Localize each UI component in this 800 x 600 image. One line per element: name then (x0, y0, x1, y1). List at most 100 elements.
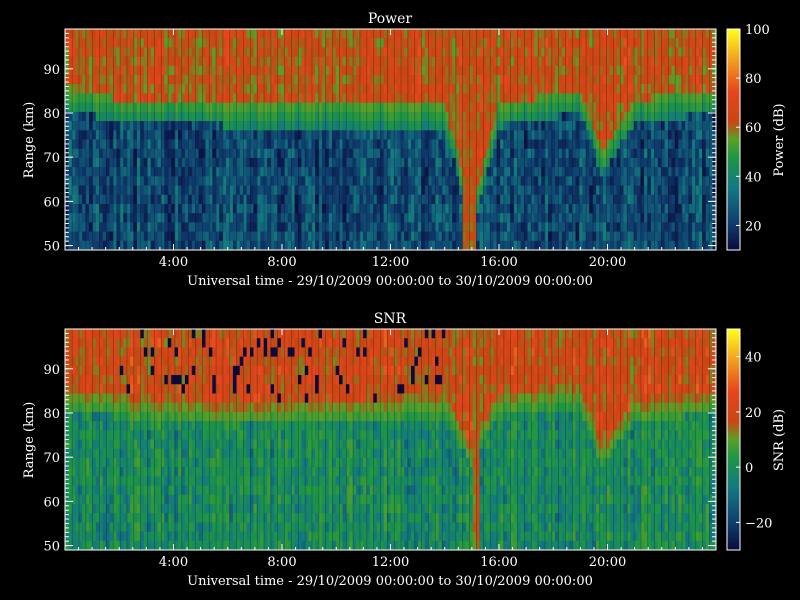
heatmap-cell (589, 121, 593, 131)
heatmap-cell (198, 176, 203, 186)
heatmap-cell (321, 84, 326, 94)
heatmap-cell (534, 111, 539, 122)
heatmap-cell (178, 157, 182, 168)
heatmap-cell (479, 47, 484, 57)
heatmap-cell (191, 203, 196, 214)
heatmap-cell (226, 176, 230, 186)
heatmap-cell (472, 157, 477, 168)
heatmap-cell (260, 231, 265, 242)
heatmap-cell (534, 93, 539, 103)
column-gap (140, 29, 141, 250)
heatmap-cell (534, 203, 539, 214)
heatmap-cell (143, 56, 148, 67)
heatmap-cell (198, 65, 203, 76)
heatmap-cell (95, 222, 100, 232)
heatmap-cell (363, 111, 367, 122)
heatmap-cell (356, 93, 360, 103)
heatmap-cell (143, 240, 148, 251)
heatmap-cell (417, 167, 422, 177)
column-gap (517, 29, 518, 250)
heatmap-cell (678, 157, 683, 168)
heatmap-cell (390, 111, 395, 122)
heatmap-cell (130, 75, 134, 85)
heatmap-cell (561, 185, 566, 196)
heatmap-cell (650, 194, 655, 205)
heatmap-cell (109, 56, 114, 67)
heatmap-cell (390, 222, 395, 232)
heatmap-cell (321, 111, 326, 122)
heatmap-cell (164, 75, 169, 85)
heatmap-cell (445, 56, 450, 67)
heatmap-cell (554, 148, 559, 159)
heatmap-cell (554, 130, 559, 140)
heatmap-cell (671, 157, 676, 168)
heatmap-cell (582, 29, 587, 39)
heatmap-cell (671, 56, 676, 67)
heatmap-cell (212, 121, 217, 131)
heatmap-cell (109, 38, 114, 48)
heatmap-cell (431, 102, 436, 113)
heatmap-cell (500, 194, 504, 205)
column-gap (510, 29, 512, 250)
heatmap-cell (315, 29, 319, 39)
heatmap-cell (294, 29, 299, 39)
heatmap-cell (602, 222, 607, 232)
heatmap-cell (191, 157, 196, 168)
heatmap-cell (376, 157, 381, 168)
heatmap-cell (397, 38, 402, 48)
heatmap-cell (321, 38, 326, 48)
heatmap-cell (397, 121, 402, 131)
column-gap (620, 29, 621, 250)
heatmap-cell (143, 222, 148, 232)
heatmap-cell (68, 65, 73, 76)
heatmap-cell (568, 148, 573, 159)
heatmap-cell (164, 240, 169, 251)
heatmap-cell (644, 29, 648, 39)
heatmap-cell (178, 213, 182, 223)
heatmap-cell (308, 222, 312, 232)
heatmap-cell (253, 176, 258, 186)
heatmap-cell (397, 194, 402, 205)
heatmap-cell (664, 121, 669, 131)
column-gap (71, 329, 73, 550)
heatmap-cell (685, 75, 689, 85)
heatmap-cell (82, 111, 86, 122)
heatmap-cell (417, 38, 422, 48)
heatmap-cell (383, 148, 388, 159)
heatmap-cell (184, 167, 189, 177)
heatmap-cell (445, 213, 450, 223)
heatmap-cell (554, 84, 559, 94)
heatmap-cell (376, 148, 381, 159)
heatmap-cell (664, 38, 669, 48)
heatmap-cell (534, 121, 539, 131)
heatmap-cell (452, 167, 456, 177)
column-gap (92, 29, 94, 250)
heatmap-cell (596, 84, 600, 94)
heatmap-cell (287, 194, 292, 205)
heatmap-cell (568, 75, 573, 85)
heatmap-cell (205, 102, 210, 113)
heatmap-cell (280, 213, 285, 223)
heatmap-cell (493, 65, 498, 76)
heatmap-cell (157, 240, 162, 251)
heatmap-cell (301, 56, 306, 67)
heatmap-cell (328, 56, 333, 67)
heatmap-cell (493, 75, 498, 85)
snr-title: SNR (374, 311, 407, 327)
heatmap-cell (260, 148, 265, 159)
heatmap-cell (397, 167, 402, 177)
heatmap-cell (493, 139, 498, 150)
heatmap-cell (226, 102, 230, 113)
heatmap-cell (438, 222, 443, 232)
heatmap-cell (568, 130, 573, 140)
heatmap-cell (212, 56, 217, 67)
heatmap-cell (650, 29, 655, 39)
heatmap-cell (335, 29, 340, 39)
heatmap-cell (664, 148, 669, 159)
heatmap-cell (548, 157, 552, 168)
heatmap-cell (75, 139, 80, 150)
heatmap-cell (294, 47, 299, 57)
heatmap-cell (205, 194, 210, 205)
heatmap-cell (342, 157, 347, 168)
heatmap-cell (342, 139, 347, 150)
